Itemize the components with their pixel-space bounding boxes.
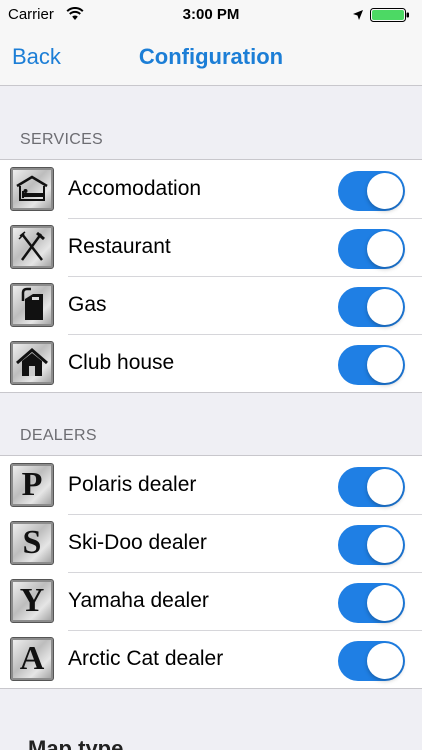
dealer-row-yamaha: Y Yamaha dealer [0, 572, 422, 630]
dealer-label-polaris: Polaris dealer [68, 473, 197, 496]
dealers-section-header: DEALERS [20, 427, 97, 444]
icon-letter: Y [19, 582, 45, 619]
gas-toggle[interactable] [338, 287, 405, 327]
service-row-accomodation: Accomodation [0, 160, 422, 218]
map-type-section-header: Map type [28, 736, 124, 750]
service-row-gas: Gas [0, 276, 422, 334]
ski-doo-letter-icon: S [10, 521, 54, 565]
icon-letter: A [19, 640, 45, 677]
battery-icon [370, 8, 410, 22]
polaris-letter-icon: P [10, 463, 54, 507]
toggle-knob [367, 527, 403, 563]
polaris-dealer-toggle[interactable] [338, 467, 405, 507]
toggle-knob [367, 585, 403, 621]
dealer-label-ski-doo: Ski-Doo dealer [68, 531, 207, 554]
icon-letter: P [21, 466, 43, 503]
yamaha-letter-icon: Y [10, 579, 54, 623]
services-group: Accomodation Restaurant Gas Club house [0, 159, 422, 393]
dealer-label-yamaha: Yamaha dealer [68, 589, 209, 612]
dealer-row-arctic-cat: A Arctic Cat dealer [0, 630, 422, 688]
fork-knife-icon [10, 225, 54, 269]
status-bar: Carrier 3:00 PM [0, 0, 422, 30]
dealers-group: P Polaris dealer S Ski-Doo dealer Y Yama… [0, 455, 422, 689]
ski-doo-dealer-toggle[interactable] [338, 525, 405, 565]
bed-icon [10, 167, 54, 211]
dealer-row-ski-doo: S Ski-Doo dealer [0, 514, 422, 572]
gas-can-icon [10, 283, 54, 327]
navigation-bar: Back Configuration [0, 30, 422, 86]
yamaha-dealer-toggle[interactable] [338, 583, 405, 623]
toggle-knob [367, 289, 403, 325]
location-arrow-icon [352, 8, 364, 25]
services-section-header: SERVICES [20, 131, 104, 148]
toggle-knob [367, 469, 403, 505]
restaurant-toggle[interactable] [338, 229, 405, 269]
service-label-accomodation: Accomodation [68, 177, 202, 200]
arctic-cat-letter-icon: A [10, 637, 54, 681]
toggle-knob [367, 231, 403, 267]
dealer-row-polaris: P Polaris dealer [0, 456, 422, 514]
service-row-club-house: Club house [0, 334, 422, 392]
accomodation-toggle[interactable] [338, 171, 405, 211]
house-icon [10, 341, 54, 385]
club-house-toggle[interactable] [338, 345, 405, 385]
dealer-label-arctic-cat: Arctic Cat dealer [68, 647, 224, 670]
service-label-gas: Gas [68, 293, 107, 316]
toggle-knob [367, 173, 403, 209]
service-row-restaurant: Restaurant [0, 218, 422, 276]
service-label-restaurant: Restaurant [68, 235, 171, 258]
service-label-club-house: Club house [68, 351, 175, 374]
toggle-knob [367, 643, 403, 679]
icon-letter: S [22, 524, 42, 561]
arctic-cat-dealer-toggle[interactable] [338, 641, 405, 681]
page-title: Configuration [138, 44, 284, 69]
toggle-knob [367, 347, 403, 383]
